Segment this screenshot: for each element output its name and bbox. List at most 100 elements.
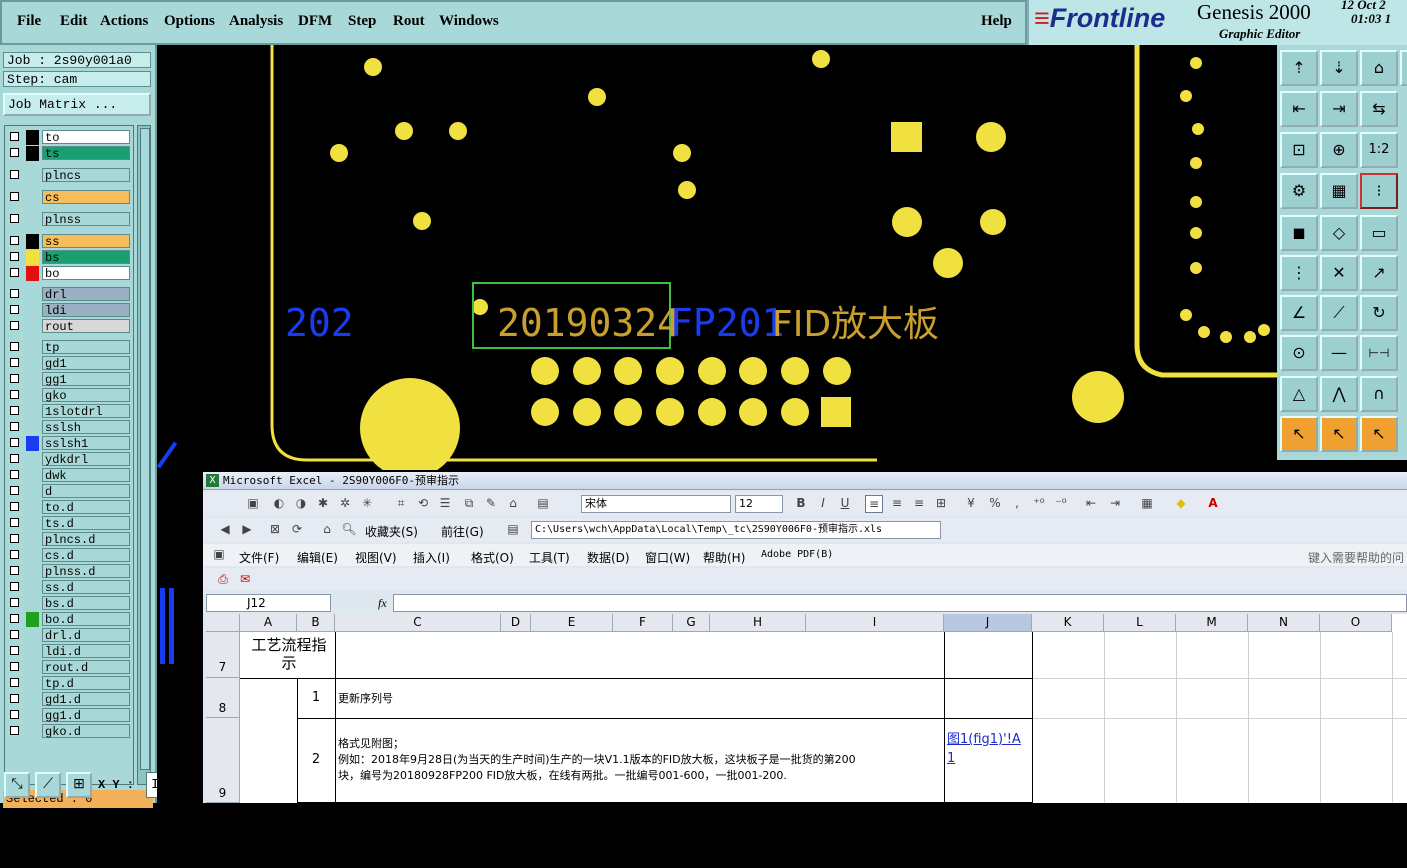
pcb-canvas[interactable]: 202 20190324 FP201 FID放大板 xyxy=(157,45,1277,470)
crop-icon[interactable]: ⌗ xyxy=(393,495,409,511)
layer-checkbox[interactable] xyxy=(10,598,19,607)
layer-row[interactable]: cs xyxy=(8,190,132,205)
xl-menu-data[interactable]: 数据(D) xyxy=(587,549,630,566)
fill-color-button[interactable]: ◆ xyxy=(1173,495,1189,511)
layer-name[interactable]: tp xyxy=(42,340,130,355)
layer-row[interactable]: plnss.d xyxy=(8,564,132,579)
refresh-icon[interactable]: ⟳ xyxy=(289,521,305,537)
layer-row[interactable]: to.d xyxy=(8,500,132,515)
pan-left-icon[interactable]: ⇤ xyxy=(1280,91,1318,127)
menu-analysis[interactable]: Analysis xyxy=(229,13,283,30)
net-icon[interactable]: ⋮ xyxy=(1280,255,1318,291)
layer-checkbox[interactable] xyxy=(10,614,19,623)
layer-name[interactable]: gd1 xyxy=(42,356,130,371)
layer-color-swatch[interactable] xyxy=(26,212,39,227)
layer-row[interactable]: gd1 xyxy=(8,356,132,371)
pointer-icon[interactable]: ↖ xyxy=(1280,416,1318,452)
cell-process-header[interactable]: 工艺流程指示 xyxy=(246,636,332,672)
pointer-select-icon[interactable]: ↖ xyxy=(1320,416,1358,452)
measure-tool-icon[interactable]: ⟋ xyxy=(35,772,61,798)
layer-color-swatch[interactable] xyxy=(26,388,39,403)
borders-button[interactable]: ▦ xyxy=(1139,495,1155,511)
layer-row[interactable]: gd1.d xyxy=(8,692,132,707)
transparent-icon[interactable]: ⌂ xyxy=(505,495,521,511)
layer-checkbox[interactable] xyxy=(10,646,19,655)
col-header-g[interactable]: G xyxy=(673,614,710,632)
layer-checkbox[interactable] xyxy=(10,132,19,141)
layer-name[interactable]: sslsh1 xyxy=(42,436,130,451)
layer-checkbox[interactable] xyxy=(10,214,19,223)
layer-name[interactable]: plncs.d xyxy=(42,532,130,547)
menu-edit[interactable]: Edit xyxy=(60,13,88,30)
xl-menu-edit[interactable]: 编辑(E) xyxy=(297,549,338,566)
grid-tool-icon[interactable]: ⊞ xyxy=(66,772,92,798)
layer-list-scrollbar[interactable] xyxy=(137,125,151,785)
zoom-in-icon[interactable]: ⊡ xyxy=(1280,132,1318,168)
draw-pad-icon[interactable]: ◇ xyxy=(1320,215,1358,251)
layer-checkbox[interactable] xyxy=(10,550,19,559)
layer-color-swatch[interactable] xyxy=(26,532,39,547)
format-pic-icon[interactable]: ✎ xyxy=(483,495,499,511)
cell-format-line3[interactable]: 块，编号为20180928FP200 FID放大板，在线有两批。一批编号001-… xyxy=(338,767,787,783)
favorites-menu[interactable]: 收藏夹(S) xyxy=(365,523,418,540)
row-header-9[interactable]: 9 xyxy=(206,718,240,803)
menu-windows[interactable]: Windows xyxy=(439,13,499,30)
corner-select-all[interactable] xyxy=(206,614,240,632)
reset-pic-icon[interactable]: ▤ xyxy=(535,495,551,511)
col-header-h[interactable]: H xyxy=(710,614,806,632)
cell-format-line1[interactable]: 格式见附图； xyxy=(338,735,404,751)
layer-name[interactable]: ts.d xyxy=(42,516,130,531)
row-header-8[interactable]: 8 xyxy=(206,678,240,718)
layer-color-swatch[interactable] xyxy=(26,580,39,595)
layer-name[interactable]: ldi xyxy=(42,303,130,318)
cell-index-2[interactable]: 2 xyxy=(297,752,335,767)
layer-name[interactable]: bo xyxy=(42,266,130,281)
menu-rout[interactable]: Rout xyxy=(393,13,425,30)
layer-row[interactable]: tp.d xyxy=(8,676,132,691)
layer-name[interactable]: plncs xyxy=(42,168,130,183)
layer-checkbox[interactable] xyxy=(10,454,19,463)
effect2-icon[interactable]: ✲ xyxy=(337,495,353,511)
row-header-7[interactable]: 7 xyxy=(206,632,240,678)
layer-row[interactable]: gg1 xyxy=(8,372,132,387)
name-box[interactable]: J12 xyxy=(206,594,331,612)
layer-row[interactable]: sslsh xyxy=(8,420,132,435)
layer-checkbox[interactable] xyxy=(10,422,19,431)
pan-right-icon[interactable]: ⇥ xyxy=(1320,91,1358,127)
layer-color-swatch[interactable] xyxy=(26,436,39,451)
layer-row[interactable]: drl.d xyxy=(8,628,132,643)
col-header-c[interactable]: C xyxy=(335,614,501,632)
arch-icon[interactable]: ∩ xyxy=(1360,376,1398,412)
layer-name[interactable]: gko xyxy=(42,388,130,403)
pan-icon[interactable]: ⇆ xyxy=(1360,91,1398,127)
menu-step[interactable]: Step xyxy=(348,13,376,30)
layer-checkbox[interactable] xyxy=(10,148,19,157)
layer-color-swatch[interactable] xyxy=(26,234,39,249)
layer-row[interactable]: bo xyxy=(8,266,132,281)
triangle-icon[interactable]: △ xyxy=(1280,376,1318,412)
layer-color-swatch[interactable] xyxy=(26,303,39,318)
layer-checkbox[interactable] xyxy=(10,252,19,261)
search-icon[interactable]: 🔍︎ xyxy=(341,521,357,537)
pdf-email-icon[interactable]: ✉ xyxy=(237,571,253,587)
col-header-i[interactable]: I xyxy=(806,614,944,632)
show-web-toolbar-icon[interactable]: ▤ xyxy=(505,521,521,537)
layer-name[interactable]: plnss xyxy=(42,212,130,227)
zoom-out-icon[interactable]: ⊕ xyxy=(1320,132,1358,168)
home-icon[interactable]: ⌂ xyxy=(319,521,335,537)
layer-name[interactable]: gg1 xyxy=(42,372,130,387)
layer-row[interactable]: bs.d xyxy=(8,596,132,611)
layer-row[interactable]: to xyxy=(8,130,132,145)
menu-help[interactable]: Help xyxy=(981,13,1012,30)
layer-color-swatch[interactable] xyxy=(26,319,39,334)
layer-name[interactable]: cs xyxy=(42,190,130,205)
layer-row[interactable]: ts.d xyxy=(8,516,132,531)
slash-icon[interactable]: ⟋ xyxy=(1320,295,1358,331)
col-header-f[interactable]: F xyxy=(613,614,673,632)
pdf-icon[interactable]: ⎙ xyxy=(215,571,231,587)
layer-checkbox[interactable] xyxy=(10,630,19,639)
arc-icon[interactable]: ↻ xyxy=(1360,295,1398,331)
layer-checkbox[interactable] xyxy=(10,662,19,671)
select-shape-icon[interactable]: ◼ xyxy=(1280,215,1318,251)
layer-name[interactable]: ss.d xyxy=(42,580,130,595)
